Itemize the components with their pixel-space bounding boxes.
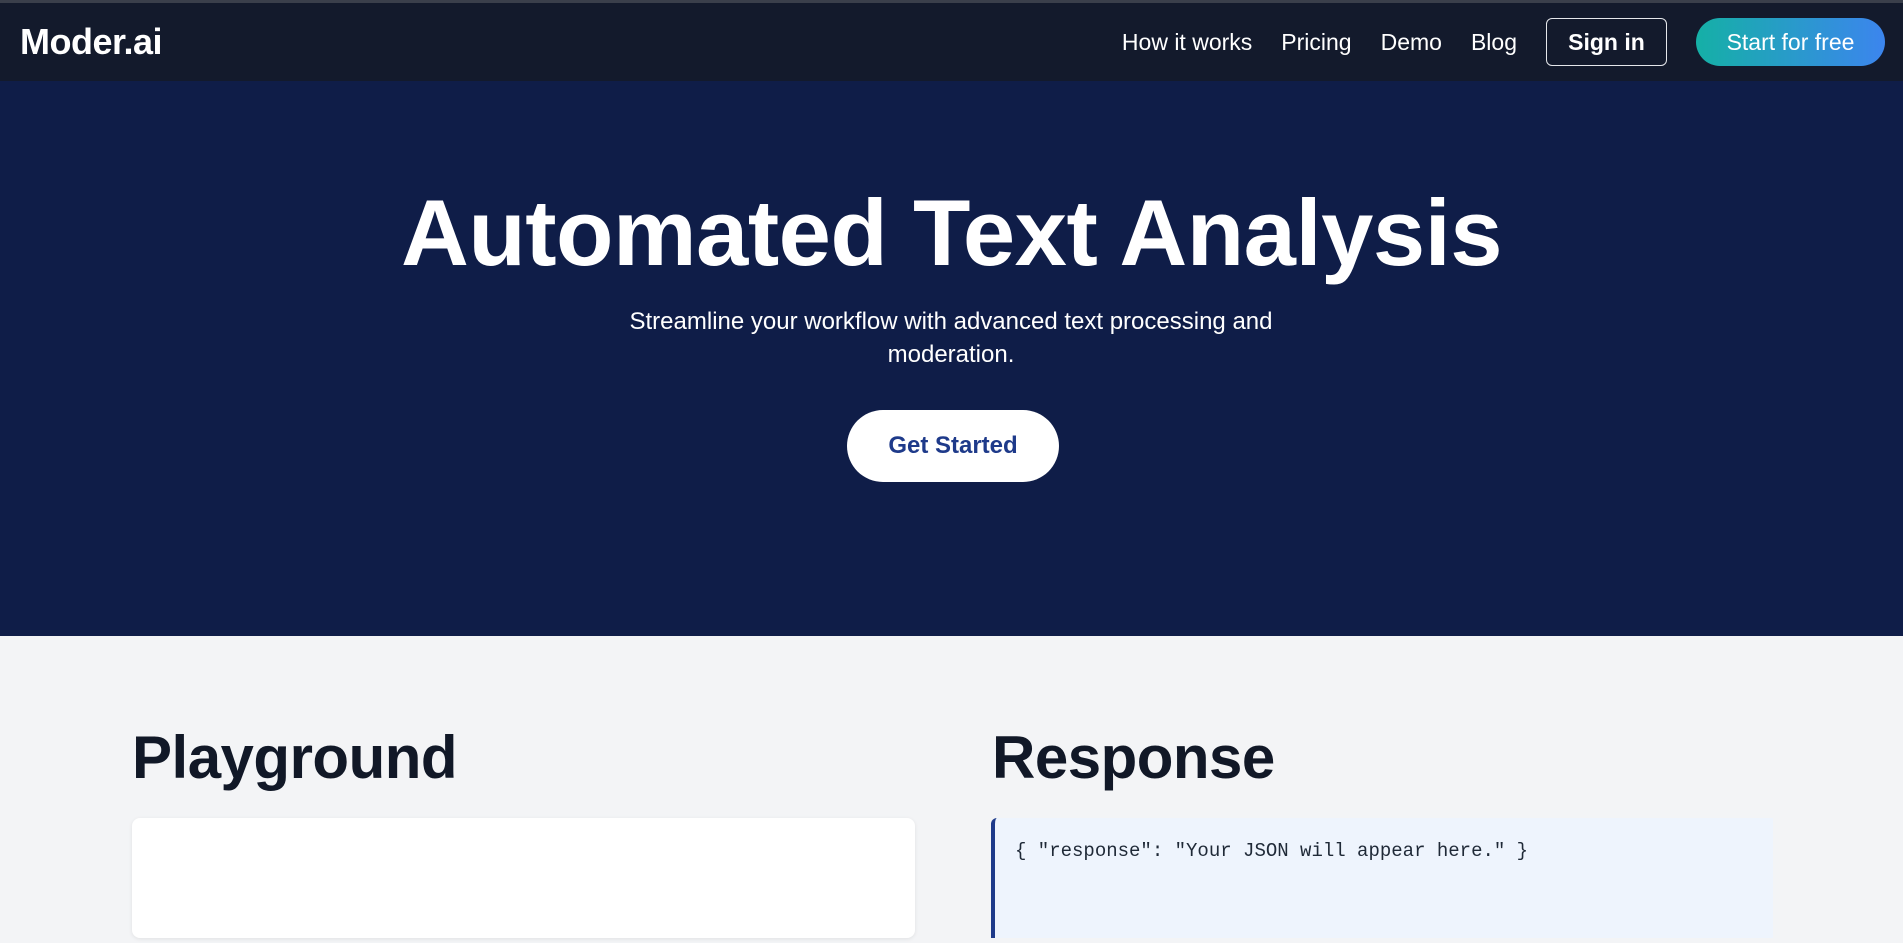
start-for-free-button[interactable]: Start for free <box>1696 18 1885 66</box>
sign-in-button[interactable]: Sign in <box>1546 18 1667 66</box>
response-json-output: { "response": "Your JSON will appear her… <box>1015 840 1529 862</box>
playground-panel <box>132 818 915 938</box>
brand-logo[interactable]: Moder.ai <box>20 21 163 63</box>
hero-subtitle: Streamline your workflow with advanced t… <box>629 308 1273 368</box>
nav-link-pricing[interactable]: Pricing <box>1281 29 1351 56</box>
hero-section: Automated Text Analysis Streamline your … <box>0 81 1903 636</box>
response-panel: { "response": "Your JSON will appear her… <box>991 818 1773 938</box>
playground-title: Playground <box>132 724 458 791</box>
get-started-button[interactable]: Get Started <box>847 410 1059 482</box>
nav-link-how-it-works[interactable]: How it works <box>1122 29 1252 56</box>
response-title: Response <box>992 724 1275 791</box>
hero-title: Automated Text Analysis <box>400 180 1503 285</box>
top-navbar: Moder.ai How it works Pricing Demo Blog … <box>0 0 1903 81</box>
nav-link-demo[interactable]: Demo <box>1381 29 1442 56</box>
nav-menu: How it works Pricing Demo Blog Sign in S… <box>1122 18 1885 66</box>
nav-link-blog[interactable]: Blog <box>1471 29 1517 56</box>
playground-text-input[interactable] <box>132 818 915 938</box>
